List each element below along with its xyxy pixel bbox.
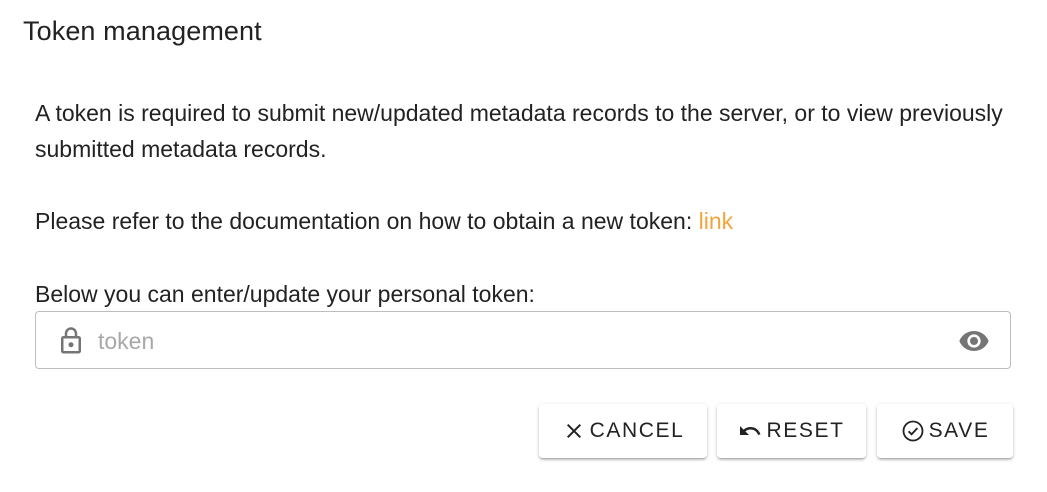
eye-icon[interactable] <box>956 325 992 357</box>
token-input[interactable] <box>96 320 950 362</box>
description-text: A token is required to submit new/update… <box>35 100 1003 162</box>
token-management-dialog: Token management A token is required to … <box>0 0 1047 492</box>
documentation-link[interactable]: link <box>699 208 734 234</box>
token-field[interactable] <box>35 311 1011 369</box>
cancel-label: CANCEL <box>589 419 685 442</box>
close-icon <box>566 424 581 438</box>
token-field-label: Below you can enter/update your personal… <box>35 281 535 307</box>
save-label: SAVE <box>928 419 990 442</box>
check-circle-icon <box>902 420 923 442</box>
documentation-prefix: Please refer to the documentation on how… <box>35 208 699 234</box>
cancel-button[interactable]: CANCEL <box>539 404 707 458</box>
save-button[interactable]: SAVE <box>877 404 1013 458</box>
dialog-title: Token management <box>23 16 262 46</box>
lock-icon <box>61 327 81 354</box>
reset-button[interactable]: RESET <box>717 404 866 458</box>
undo-icon <box>740 426 761 435</box>
documentation-text: Please refer to the documentation on how… <box>35 203 1025 239</box>
reset-label: RESET <box>766 419 845 442</box>
